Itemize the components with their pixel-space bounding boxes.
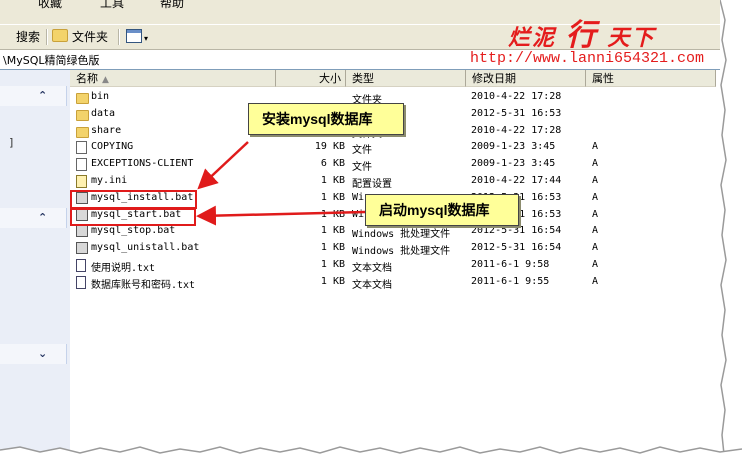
watermark-chars-1: 烂泥	[508, 25, 557, 51]
watermark-url: http://www.lanni654321.com	[470, 50, 705, 67]
callout-start-text: 启动mysql数据库	[379, 202, 490, 218]
callout-install-text: 安装mysql数据库	[262, 111, 373, 127]
arrow-install	[197, 141, 249, 190]
watermark-title: 烂泥 行 天下	[508, 10, 655, 54]
torn-edge-bottom	[0, 446, 742, 464]
arrow-start	[196, 205, 366, 226]
callout-arrows	[196, 141, 366, 226]
watermark-chars-2: 天下	[607, 25, 656, 51]
callout-install: 安装mysql数据库	[248, 103, 404, 135]
explorer-window: 收藏 工具 帮助 搜索 文件夹 ▾ \MySQL精简绿色版 ⌃ ] ⌃ ⌄ 名称…	[0, 0, 742, 464]
callout-start: 启动mysql数据库	[365, 194, 519, 226]
torn-edge-right	[720, 0, 742, 464]
watermark-char-big: 行	[565, 18, 598, 53]
